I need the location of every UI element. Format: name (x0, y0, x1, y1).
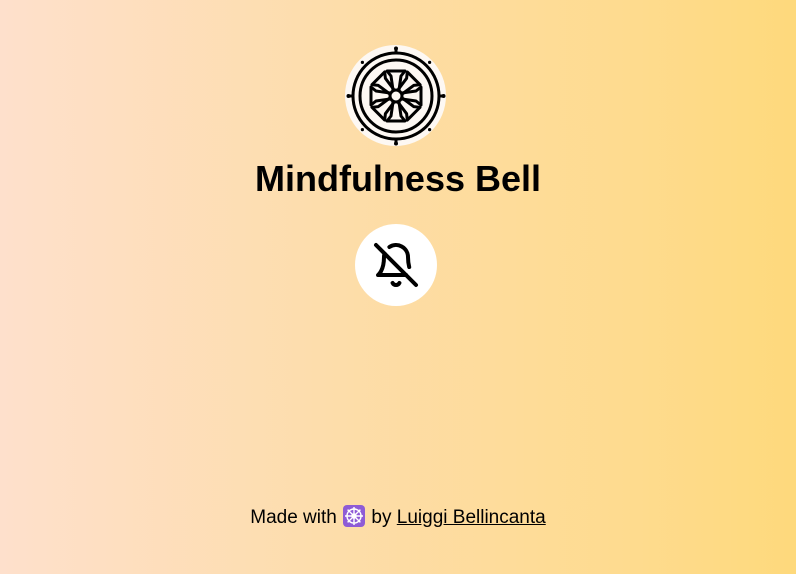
footer-by: by (371, 507, 392, 528)
dharma-wheel-icon (346, 46, 445, 145)
footer-made-with: Made with (250, 507, 337, 528)
bell-toggle-button[interactable] (355, 224, 437, 306)
author-link[interactable]: Luiggi Bellincanta (397, 507, 546, 528)
footer: Made with by Luiggi Bellincanta (0, 505, 796, 530)
page-title: Mindfulness Bell (254, 158, 542, 199)
wheel-of-dharma-emoji-icon (343, 505, 366, 527)
bell-off-icon (374, 243, 418, 287)
dharma-wheel-logo (345, 45, 446, 146)
